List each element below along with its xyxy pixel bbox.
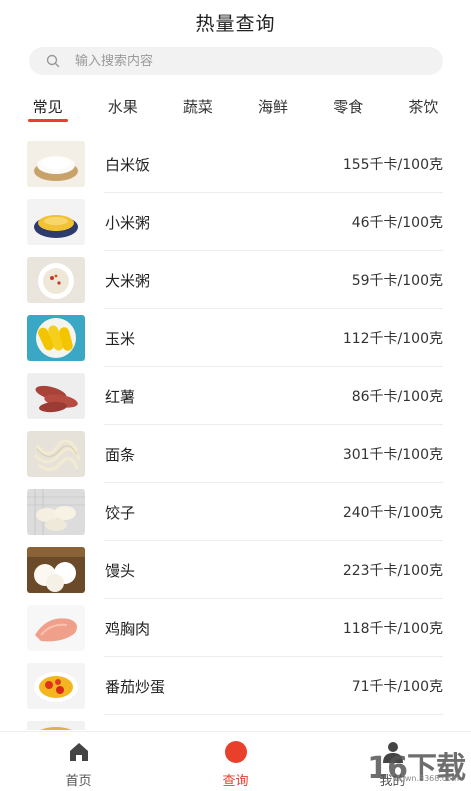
- food-calories: 301千卡/100克: [342, 447, 443, 463]
- list-item[interactable]: 饺子 240千卡/100克: [0, 483, 471, 541]
- food-name: 面条: [105, 445, 136, 464]
- tabbar-label: 首页: [65, 774, 92, 789]
- food-calories: 118千卡/100克: [342, 621, 443, 637]
- list-item[interactable]: 白米饭 155千卡/100克: [0, 135, 471, 193]
- food-calories: 223千卡/100克: [342, 563, 443, 579]
- tabbar-query[interactable]: 查询: [157, 732, 314, 791]
- list-item[interactable]: 红薯 86千卡/100克: [0, 367, 471, 425]
- corn-image: [27, 315, 85, 361]
- query-icon: [224, 741, 247, 763]
- search-input[interactable]: [75, 53, 375, 69]
- rice-image: [27, 141, 85, 187]
- tabbar-label: 查询: [222, 774, 249, 789]
- food-calories: 240千卡/100克: [342, 505, 443, 521]
- food-list: 白米饭 155千卡/100克 小米粥 46千卡/100克 大米粥 59千卡/10…: [0, 135, 471, 730]
- food-calories: 86千卡/100克: [351, 389, 443, 405]
- app-screen: 热量查询 常见 水果 蔬菜 海鲜 零食 茶饮 白米饭 155千卡/100克 小米…: [0, 0, 471, 791]
- watermark-url: down.8368.com: [394, 774, 459, 783]
- food-calories: 46千卡/100克: [351, 215, 443, 231]
- food-name: 番茄炒蛋: [105, 677, 166, 696]
- chicken-breast-image: [27, 605, 85, 651]
- steamed-bun-image: [27, 547, 85, 593]
- list-item[interactable]: 番茄炒蛋 71千卡/100克: [0, 657, 471, 715]
- food-name: 馒头: [105, 561, 136, 580]
- food-calories: 155千卡/100克: [342, 157, 443, 173]
- page-title: 热量查询: [195, 12, 276, 35]
- home-icon: [69, 743, 88, 761]
- tabbar-home[interactable]: 首页: [0, 732, 157, 791]
- food-name: 大米粥: [105, 271, 151, 290]
- category-tabs: 常见 水果 蔬菜 海鲜 零食 茶饮: [0, 90, 471, 124]
- food-name: 玉米: [105, 329, 136, 348]
- noodles-image: [27, 431, 85, 477]
- food-calories: 71千卡/100克: [351, 679, 443, 695]
- rice-porridge-image: [27, 257, 85, 303]
- watermark-logo: 16下载 down.8368.com: [325, 741, 466, 789]
- food-name: 饺子: [105, 503, 136, 522]
- tomato-egg-image: [27, 663, 85, 709]
- list-item[interactable]: 面条 301千卡/100克: [0, 425, 471, 483]
- list-item[interactable]: 大米粥 59千卡/100克: [0, 251, 471, 309]
- tab-common[interactable]: 常见: [18, 90, 78, 124]
- search-icon: [46, 54, 60, 68]
- tab-seafood[interactable]: 海鲜: [243, 90, 303, 124]
- food-name: 红薯: [105, 387, 136, 406]
- food-name: 鸡胸肉: [105, 619, 151, 638]
- list-item[interactable]: 小米粥 46千卡/100克: [0, 193, 471, 251]
- food-calories: 112千卡/100克: [342, 331, 443, 347]
- tab-tea-drink[interactable]: 茶饮: [393, 90, 453, 124]
- list-item[interactable]: 馒头 223千卡/100克: [0, 541, 471, 599]
- food-calories: 59千卡/100克: [351, 273, 443, 289]
- food-name: 小米粥: [105, 213, 151, 232]
- food-image: [27, 721, 85, 730]
- tab-snack[interactable]: 零食: [318, 90, 378, 124]
- dumplings-image: [27, 489, 85, 535]
- food-name: 白米饭: [105, 155, 151, 174]
- list-item[interactable]: 鸡胸肉 118千卡/100克: [0, 599, 471, 657]
- header: 热量查询: [0, 0, 471, 40]
- tab-vegetable[interactable]: 蔬菜: [168, 90, 228, 124]
- tab-fruit[interactable]: 水果: [93, 90, 153, 124]
- list-item[interactable]: 玉米 112千卡/100克: [0, 309, 471, 367]
- sweet-potato-image: [27, 373, 85, 419]
- search-bar[interactable]: [29, 47, 443, 75]
- millet-porridge-image: [27, 199, 85, 245]
- list-item[interactable]: [0, 715, 471, 730]
